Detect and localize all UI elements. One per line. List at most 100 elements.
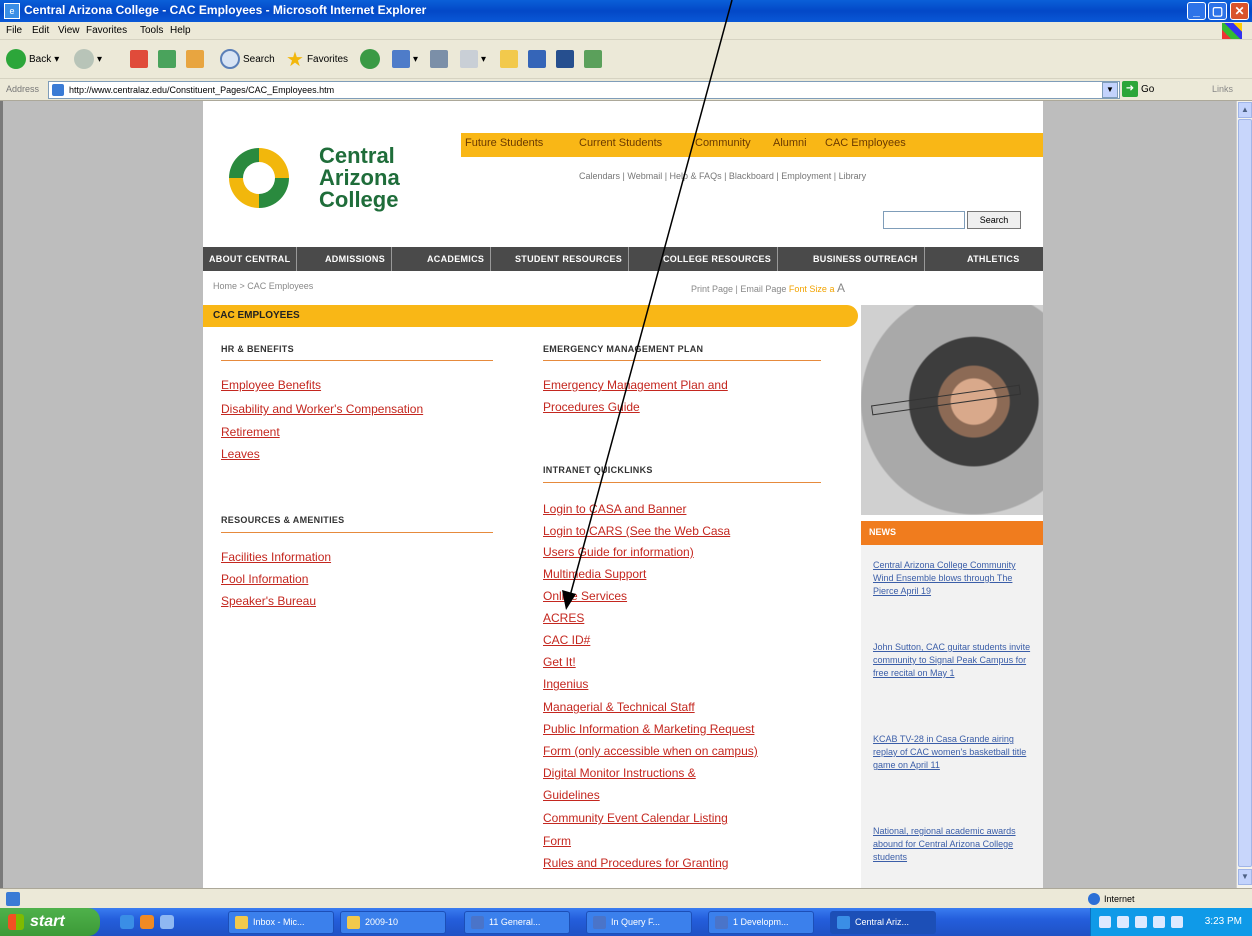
link-public-info-request[interactable]: Public Information & Marketing Request <box>543 722 754 736</box>
task-word-query[interactable]: In Query F... <box>586 911 692 934</box>
link-facilities-information[interactable]: Facilities Information <box>221 550 331 564</box>
link-online-services[interactable]: Online Services <box>543 589 627 603</box>
nav-future-students[interactable]: Future Students <box>465 137 543 149</box>
link-community-event-calendar-cont[interactable]: Form <box>543 834 571 848</box>
refresh-button[interactable] <box>158 48 176 70</box>
nav-community[interactable]: Community <box>695 137 751 149</box>
news-item[interactable]: KCAB TV-28 in Casa Grande airing replay … <box>873 733 1035 772</box>
link-leaves[interactable]: Leaves <box>221 447 260 461</box>
links-toolbar-button[interactable]: Links <box>1212 84 1233 94</box>
link-casa-banner[interactable]: Login to CASA and Banner <box>543 502 686 516</box>
close-button[interactable]: ✕ <box>1230 2 1249 20</box>
tray-icon[interactable] <box>1099 916 1111 928</box>
favorites-button[interactable]: ★ Favorites <box>286 48 348 71</box>
go-button[interactable]: ➜ Go <box>1122 81 1154 97</box>
menu-tools[interactable]: Tools <box>140 25 163 36</box>
link-multimedia-support[interactable]: Multimedia Support <box>543 567 646 581</box>
ie-quicklaunch-icon[interactable] <box>120 915 134 929</box>
start-button[interactable]: start <box>0 908 100 936</box>
menu-file[interactable]: File <box>6 25 22 36</box>
menu-help[interactable]: Help <box>170 25 191 36</box>
link-employee-benefits[interactable]: Employee Benefits <box>221 378 321 392</box>
link-managerial-technical-staff[interactable]: Managerial & Technical Staff <box>543 700 695 714</box>
mainnav-about-central[interactable]: ABOUT CENTRAL <box>203 247 298 271</box>
link-cars-login[interactable]: Login to CARS (See the Web Casa <box>543 524 730 538</box>
tray-icon[interactable] <box>1135 916 1147 928</box>
minimize-button[interactable]: _ <box>1187 2 1206 20</box>
vertical-scrollbar[interactable]: ▲ ▼ <box>1236 101 1252 888</box>
maximize-button[interactable]: ▢ <box>1208 2 1227 20</box>
link-get-it[interactable]: Get It! <box>543 655 576 669</box>
link-digital-monitor[interactable]: Digital Monitor Instructions & <box>543 766 696 780</box>
scroll-thumb[interactable] <box>1238 119 1252 867</box>
menu-edit[interactable]: Edit <box>32 25 49 36</box>
link-ingenius[interactable]: Ingenius <box>543 677 588 691</box>
site-search-input[interactable] <box>883 211 965 229</box>
link-retirement[interactable]: Retirement <box>221 425 280 439</box>
history-button[interactable] <box>360 48 380 70</box>
address-dropdown-button[interactable]: ▼ <box>1102 82 1118 98</box>
task-folder[interactable]: 2009-10 <box>340 911 446 934</box>
mail-button[interactable]: ▾ <box>392 48 418 70</box>
menu-view[interactable]: View <box>58 25 80 36</box>
outlook-quicklaunch-icon[interactable] <box>140 915 154 929</box>
link-digital-monitor-cont[interactable]: Guidelines <box>543 788 600 802</box>
mainnav-business-outreach[interactable]: BUSINESS OUTREACH <box>807 247 925 271</box>
link-cac-id[interactable]: CAC ID# <box>543 633 590 647</box>
back-button[interactable]: Back ▾ <box>6 48 59 70</box>
news-item[interactable]: Central Arizona College Community Wind E… <box>873 559 1035 598</box>
task-word-general[interactable]: 11 General... <box>464 911 570 934</box>
task-word-development[interactable]: 1 Developm... <box>708 911 814 934</box>
site-search-button[interactable]: Search <box>967 211 1021 229</box>
link-pool-information[interactable]: Pool Information <box>221 572 308 586</box>
menu-favorites[interactable]: Favorites <box>86 25 127 36</box>
edit-button[interactable]: ▾ <box>460 48 486 70</box>
font-size-small-button[interactable]: a <box>829 284 834 294</box>
scroll-down-arrow[interactable]: ▼ <box>1238 869 1252 885</box>
font-size-large-button[interactable]: A <box>837 281 845 295</box>
scroll-up-arrow[interactable]: ▲ <box>1238 102 1252 118</box>
mainnav-athletics[interactable]: ATHLETICS <box>961 247 1026 271</box>
college-logo-icon[interactable] <box>225 144 293 212</box>
link-speakers-bureau[interactable]: Speaker's Bureau <box>221 594 316 608</box>
research-button[interactable] <box>528 48 546 70</box>
link-cars-users-guide[interactable]: Users Guide for information) <box>543 545 694 559</box>
mainnav-admissions[interactable]: ADMISSIONS <box>319 247 393 271</box>
nav-current-students[interactable]: Current Students <box>579 137 662 149</box>
breadcrumb[interactable]: Home > CAC Employees <box>213 281 313 291</box>
stop-button[interactable] <box>130 48 148 70</box>
link-disability-workers-comp[interactable]: Disability and Worker's Compensation <box>221 402 423 416</box>
nav-alumni[interactable]: Alumni <box>773 137 807 149</box>
print-button[interactable] <box>430 48 448 70</box>
address-input[interactable]: http://www.centralaz.edu/Constituent_Pag… <box>48 81 1120 99</box>
mainnav-student-resources[interactable]: STUDENT RESOURCES <box>509 247 630 271</box>
forward-button[interactable]: ▾ <box>74 48 102 70</box>
link-emergency-plan[interactable]: Emergency Management Plan and <box>543 378 728 392</box>
utility-links[interactable]: Calendars | Webmail | Help & FAQs | Blac… <box>579 171 866 181</box>
window-title-bar[interactable]: e Central Arizona College - CAC Employee… <box>0 0 1252 22</box>
link-rules-procedures[interactable]: Rules and Procedures for Granting <box>543 856 728 870</box>
link-acres[interactable]: ACRES <box>543 611 584 625</box>
tray-icon[interactable] <box>1117 916 1129 928</box>
college-logo-text[interactable]: Central Arizona College <box>319 145 400 211</box>
link-procedures-guide[interactable]: Procedures Guide <box>543 400 640 414</box>
tray-icon[interactable] <box>1153 916 1165 928</box>
desktop-quicklaunch-icon[interactable] <box>160 915 174 929</box>
folder-button[interactable] <box>500 48 518 70</box>
news-item[interactable]: National, regional academic awards aboun… <box>873 825 1035 864</box>
mainnav-college-resources[interactable]: COLLEGE RESOURCES <box>657 247 779 271</box>
link-public-info-request-cont[interactable]: Form (only accessible when on campus) <box>543 744 758 758</box>
search-button-toolbar[interactable]: Search <box>220 48 275 70</box>
tray-icon[interactable] <box>1171 916 1183 928</box>
clock[interactable]: 3:23 PM <box>1205 916 1242 927</box>
nav-cac-employees[interactable]: CAC Employees <box>825 137 906 149</box>
messenger-button[interactable] <box>556 48 574 70</box>
task-inbox[interactable]: Inbox - Mic... <box>228 911 334 934</box>
home-button[interactable] <box>186 48 204 70</box>
people-button[interactable] <box>584 48 602 70</box>
print-email-links[interactable]: Print Page | Email Page <box>691 284 786 294</box>
news-item[interactable]: John Sutton, CAC guitar students invite … <box>873 641 1035 680</box>
mainnav-academics[interactable]: ACADEMICS <box>421 247 492 271</box>
task-central-arizona[interactable]: Central Ariz... <box>830 911 936 934</box>
link-community-event-calendar[interactable]: Community Event Calendar Listing <box>543 811 728 825</box>
